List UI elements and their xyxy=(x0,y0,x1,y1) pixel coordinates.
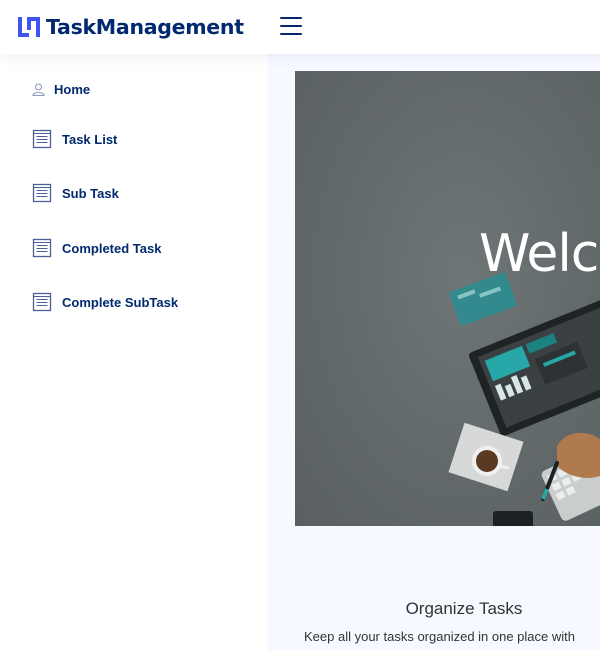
top-header: TaskManagement xyxy=(0,0,600,54)
document-icon xyxy=(32,183,52,203)
sidebar-item-sub-task[interactable]: Sub Task xyxy=(32,183,119,203)
sidebar-item-label: Completed Task xyxy=(62,240,162,256)
brand-logo-link[interactable]: TaskManagement xyxy=(17,12,244,42)
brand-name: TaskManagement xyxy=(46,15,244,39)
document-icon xyxy=(32,292,52,312)
sidebar-item-home[interactable]: Home xyxy=(32,82,90,97)
hero-illustration xyxy=(448,272,600,526)
sidebar-item-task-list[interactable]: Task List xyxy=(32,129,117,149)
sidebar-item-label: Home xyxy=(54,82,91,97)
sidebar-item-completed-task[interactable]: Completed Task xyxy=(32,238,161,258)
document-icon xyxy=(32,129,52,149)
hamburger-menu-icon[interactable] xyxy=(280,17,302,37)
sidebar-item-complete-subtask[interactable]: Complete SubTask xyxy=(32,292,178,312)
person-icon xyxy=(32,83,45,96)
feature-description: Keep all your tasks organized in one pla… xyxy=(304,629,575,644)
hero-title: Welco xyxy=(479,224,600,284)
hero-banner: Welco xyxy=(295,71,600,526)
sidebar-item-label: Task List xyxy=(62,131,118,147)
main-content: Welco Organize Tasks Keep all your tasks… xyxy=(268,54,600,650)
sidebar-item-label: Sub Task xyxy=(62,185,119,201)
feature-title: Organize Tasks xyxy=(405,599,523,618)
sidebar-item-label: Complete SubTask xyxy=(62,294,179,310)
document-icon xyxy=(32,238,52,258)
logo-icon xyxy=(18,17,40,37)
sidebar: Home Task List Sub Task Completed Task C… xyxy=(0,54,268,650)
